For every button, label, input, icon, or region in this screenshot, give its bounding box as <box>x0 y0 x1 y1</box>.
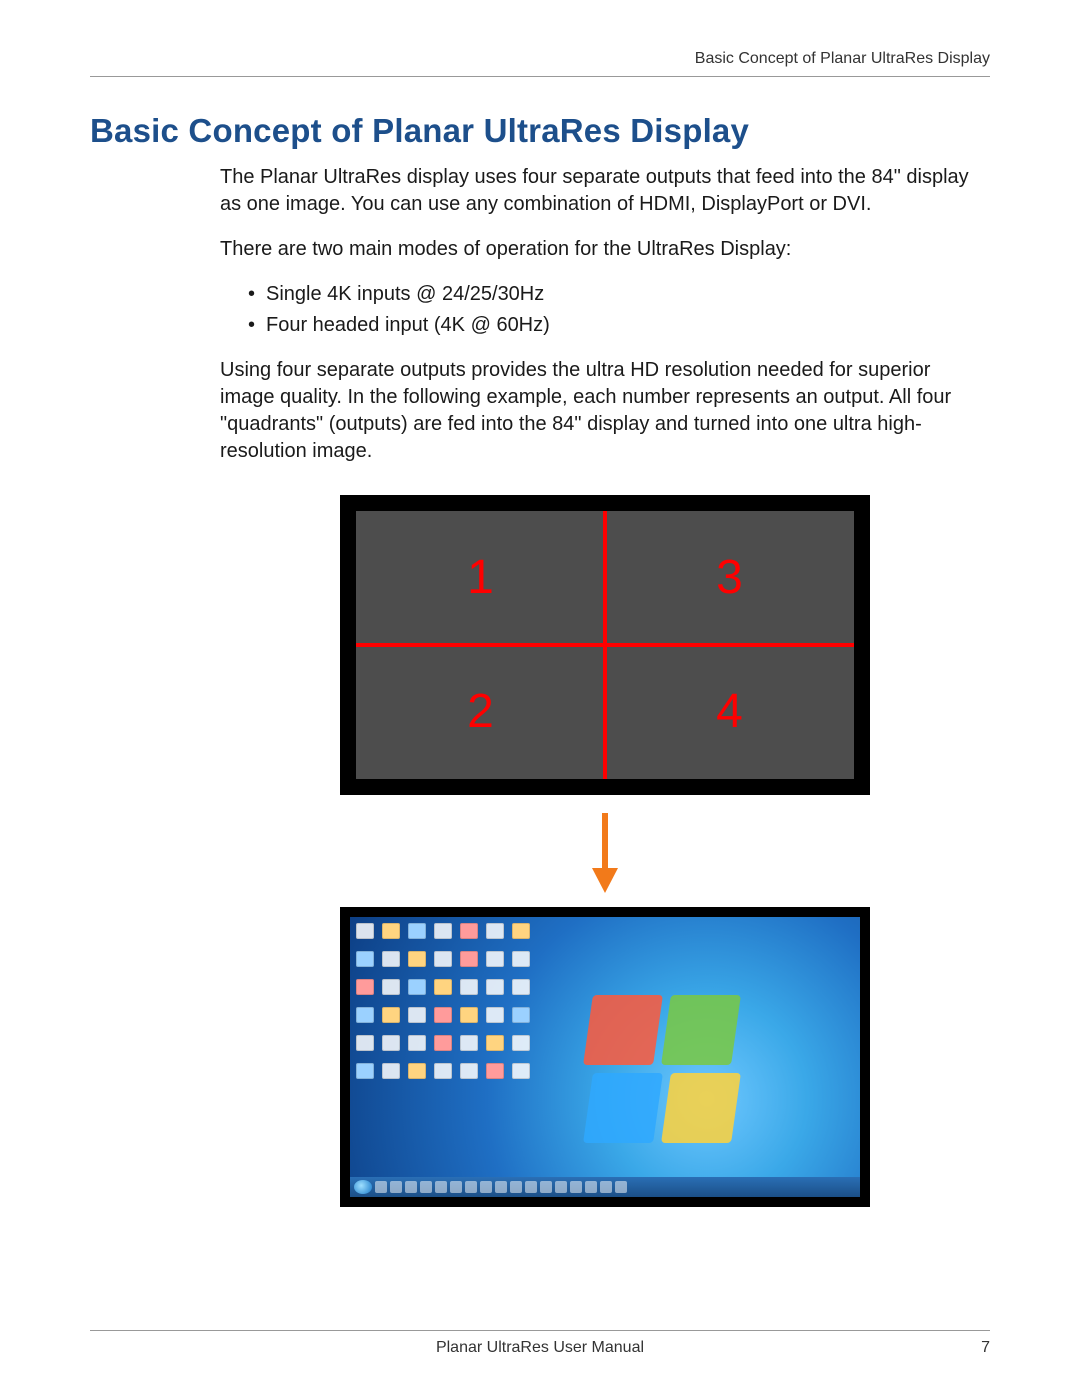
quadrant-2: 2 <box>356 645 605 779</box>
modes-list: Single 4K inputs @ 24/25/30Hz Four heade… <box>220 281 990 339</box>
desktop-icons <box>356 923 532 1087</box>
list-item: Four headed input (4K @ 60Hz) <box>248 312 990 339</box>
windows-desktop <box>350 917 860 1197</box>
quadrant-3: 3 <box>605 511 854 645</box>
page-title: Basic Concept of Planar UltraRes Display <box>90 112 990 150</box>
quadrant-4: 4 <box>605 645 854 779</box>
divider-horizontal <box>356 643 854 647</box>
windows-logo-icon <box>588 995 748 1155</box>
list-item: Single 4K inputs @ 24/25/30Hz <box>248 281 990 308</box>
quadrant-1: 1 <box>356 511 605 645</box>
body-column: The Planar UltraRes display uses four se… <box>220 164 990 1207</box>
result-display <box>340 907 870 1207</box>
taskbar <box>350 1177 860 1197</box>
page-number: 7 <box>981 1339 990 1357</box>
modes-intro: There are two main modes of operation fo… <box>220 236 990 263</box>
intro-paragraph: The Planar UltraRes display uses four se… <box>220 164 990 218</box>
footer-title: Planar UltraRes User Manual <box>90 1339 990 1357</box>
start-button-icon <box>354 1180 372 1194</box>
arrow-down-icon <box>590 813 620 893</box>
page-footer: Planar UltraRes User Manual 7 <box>90 1330 990 1357</box>
explanation-paragraph: Using four separate outputs provides the… <box>220 357 990 465</box>
figure-stack: 1 3 2 4 <box>220 495 990 1207</box>
quadrant-display: 1 3 2 4 <box>340 495 870 795</box>
running-header: Basic Concept of Planar UltraRes Display <box>90 50 990 77</box>
